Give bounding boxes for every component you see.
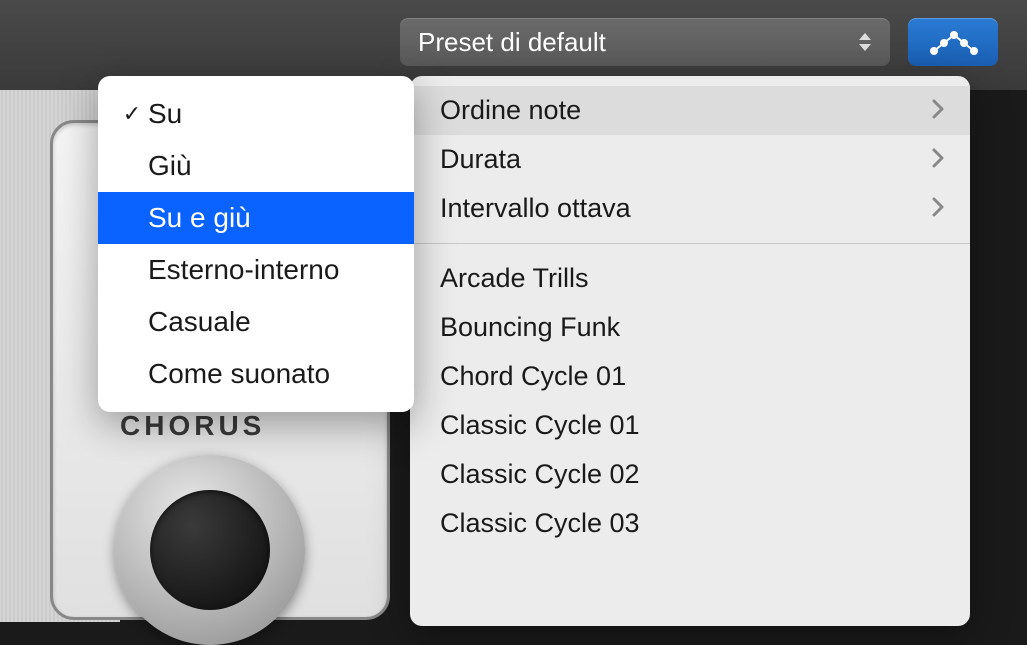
updown-icon	[858, 33, 872, 51]
submenu-item-label: Casuale	[148, 306, 394, 338]
submenu-item-label: Su	[148, 98, 394, 130]
knob-label: CHORUS	[120, 410, 265, 442]
submenu-item-label: Giù	[148, 150, 394, 182]
submenu-item-come-suonato[interactable]: Come suonato	[98, 348, 414, 400]
menu-item-label: Durata	[440, 144, 521, 175]
menu-separator	[410, 243, 970, 244]
arpeggiator-icon	[928, 27, 978, 57]
chevron-right-icon	[932, 144, 944, 175]
preset-item-label: Classic Cycle 01	[440, 410, 640, 441]
submenu-item-label: Come suonato	[148, 358, 394, 390]
submenu-item-giù[interactable]: Giù	[98, 140, 414, 192]
preset-item[interactable]: Classic Cycle 03	[410, 499, 970, 548]
menu-item-ordine-note[interactable]: Ordine note	[410, 86, 970, 135]
preset-item[interactable]: Chord Cycle 01	[410, 352, 970, 401]
preset-item[interactable]: Arcade Trills	[410, 254, 970, 303]
preset-item-label: Classic Cycle 02	[440, 459, 640, 490]
chevron-right-icon	[932, 95, 944, 126]
preset-menu: Ordine note Durata Intervallo ottava Arcade…	[410, 76, 970, 626]
menu-item-intervallo-ottava[interactable]: Intervallo ottava	[410, 184, 970, 233]
preset-item-label: Arcade Trills	[440, 263, 589, 294]
submenu-item-su[interactable]: ✓Su	[98, 88, 414, 140]
menu-item-durata[interactable]: Durata	[410, 135, 970, 184]
arpeggiator-button[interactable]	[908, 18, 998, 66]
submenu-item-casuale[interactable]: Casuale	[98, 296, 414, 348]
submenu-item-label: Esterno-interno	[148, 254, 394, 286]
menu-item-label: Intervallo ottava	[440, 193, 631, 224]
chevron-right-icon	[932, 193, 944, 224]
preset-item-label: Classic Cycle 03	[440, 508, 640, 539]
preset-item[interactable]: Classic Cycle 01	[410, 401, 970, 450]
preset-item-label: Bouncing Funk	[440, 312, 620, 343]
checkmark-icon: ✓	[116, 101, 148, 127]
menu-item-label: Ordine note	[440, 95, 581, 126]
knob-inner	[150, 490, 270, 610]
submenu-item-label: Su e giù	[148, 202, 394, 234]
preset-label: Preset di default	[418, 27, 606, 58]
submenu-item-su-e-giù[interactable]: Su e giù	[98, 192, 414, 244]
preset-item[interactable]: Classic Cycle 02	[410, 450, 970, 499]
preset-selector[interactable]: Preset di default	[400, 18, 890, 66]
submenu-item-esterno-interno[interactable]: Esterno-interno	[98, 244, 414, 296]
chorus-knob[interactable]	[95, 445, 325, 625]
note-order-submenu: ✓Su Giù Su e giù Esterno-interno Casuale Come…	[98, 76, 414, 412]
preset-item[interactable]: Bouncing Funk	[410, 303, 970, 352]
preset-item-label: Chord Cycle 01	[440, 361, 626, 392]
